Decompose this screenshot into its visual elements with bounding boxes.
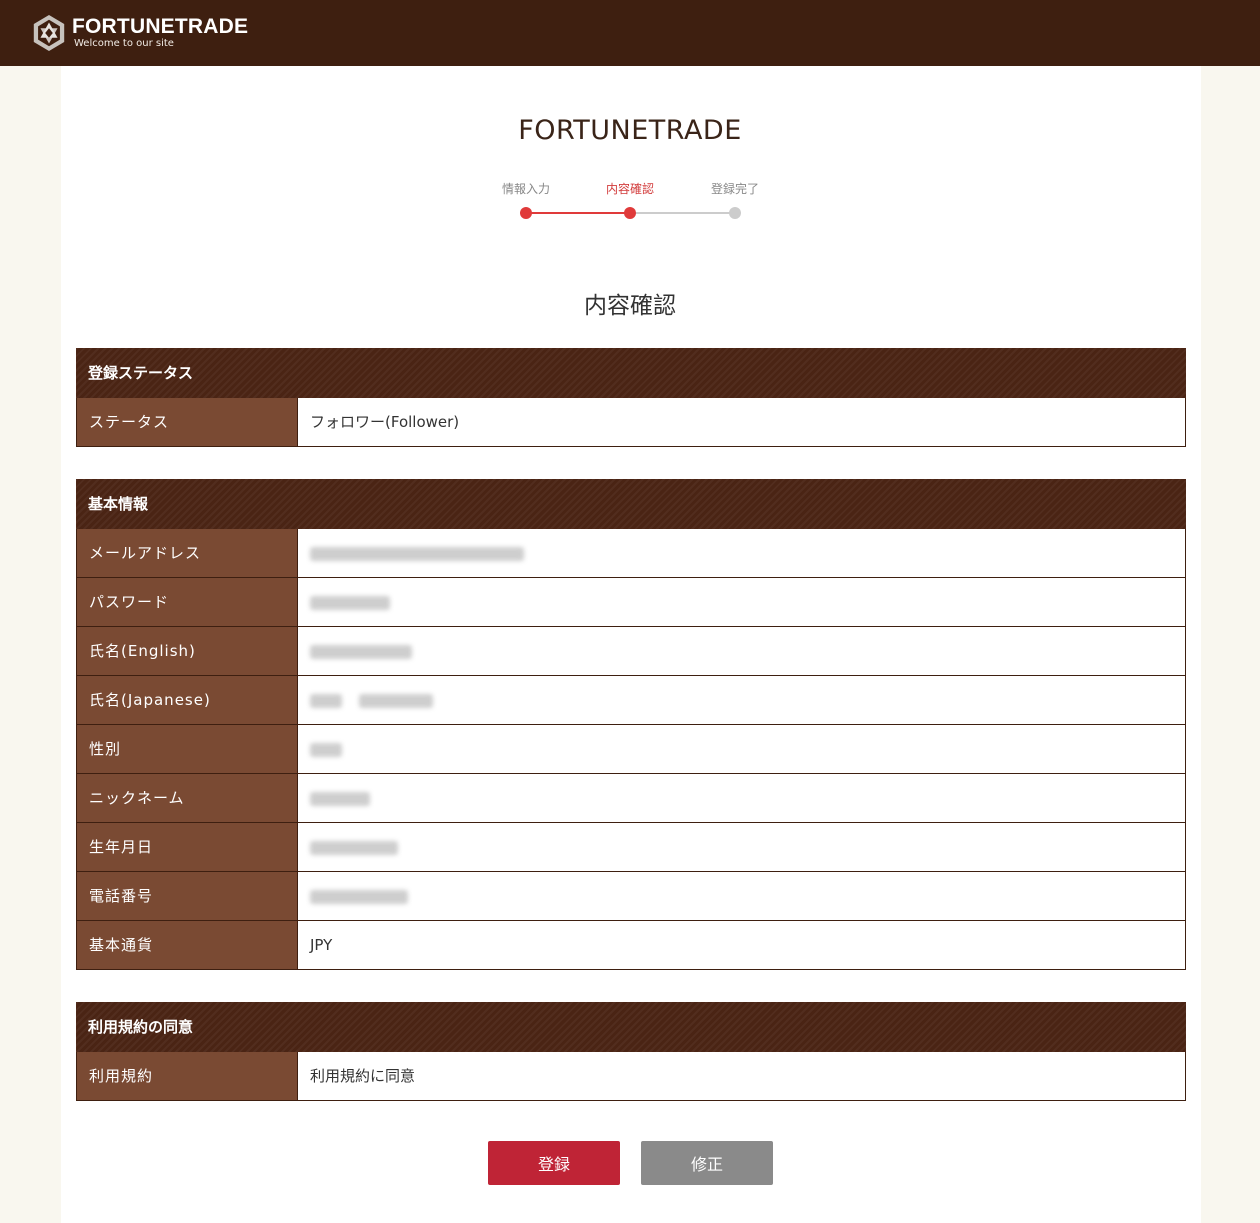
page-heading: 内容確認: [584, 293, 676, 319]
row-value-nickname: [298, 774, 1185, 822]
section-status: 登録ステータス ステータス フォロワー(Follower): [76, 348, 1186, 447]
table-row: 基本通貨 JPY: [76, 921, 1186, 970]
row-value-gender: [298, 725, 1185, 773]
site-header: FORTUNETRADE Welcome to our site: [0, 0, 1260, 66]
table-row: 氏名(Japanese): [76, 676, 1186, 725]
row-value: 利用規約に同意: [298, 1052, 1185, 1100]
site-title: FORTUNETRADE: [518, 115, 742, 146]
row-value-email: [298, 529, 1185, 577]
section-title: 登録ステータス: [76, 348, 1186, 398]
row-value-phone: [298, 872, 1185, 920]
row-value-birthdate: [298, 823, 1185, 871]
row-label: パスワード: [77, 578, 298, 626]
logo-tagline: Welcome to our site: [74, 38, 174, 49]
row-value-password: [298, 578, 1185, 626]
row-label: ニックネーム: [77, 774, 298, 822]
modify-button[interactable]: 修正: [641, 1141, 773, 1185]
row-value-currency: JPY: [298, 921, 1185, 969]
row-label: 基本通貨: [77, 921, 298, 969]
table-row: メールアドレス: [76, 529, 1186, 578]
logo-name: FORTUNETRADE: [72, 15, 249, 38]
row-value-name-ja: [298, 676, 1185, 724]
register-button[interactable]: 登録: [488, 1141, 620, 1185]
section-terms: 利用規約の同意 利用規約 利用規約に同意: [76, 1002, 1186, 1101]
row-label: 性別: [77, 725, 298, 773]
section-basic-info: 基本情報 メールアドレス パスワード 氏名(English) 氏名(Japane…: [76, 479, 1186, 970]
step-dot-input: [520, 207, 532, 219]
row-label: メールアドレス: [77, 529, 298, 577]
table-row: ステータス フォロワー(Follower): [76, 398, 1186, 447]
step-dot-confirm: [624, 207, 636, 219]
section-title: 利用規約の同意: [76, 1002, 1186, 1052]
logo-icon[interactable]: [30, 14, 68, 52]
row-label: 氏名(English): [77, 627, 298, 675]
table-row: 生年月日: [76, 823, 1186, 872]
table-row: 氏名(English): [76, 627, 1186, 676]
redacted-value: [310, 595, 390, 610]
redacted-value: [310, 840, 398, 855]
step-line-done: [526, 212, 630, 214]
row-label: 利用規約: [77, 1052, 298, 1100]
row-value: フォロワー(Follower): [298, 398, 1185, 446]
redacted-value: [310, 644, 412, 659]
row-label: 氏名(Japanese): [77, 676, 298, 724]
redacted-value: [310, 546, 524, 561]
redacted-value: [310, 693, 342, 708]
step-dot-complete: [729, 207, 741, 219]
table-row: 電話番号: [76, 872, 1186, 921]
row-label: 電話番号: [77, 872, 298, 920]
section-title: 基本情報: [76, 479, 1186, 529]
logo-text[interactable]: FORTUNETRADE Welcome to our site: [72, 16, 248, 50]
step-label-confirm: 内容確認: [605, 182, 654, 196]
step-label-input: 情報入力: [501, 182, 550, 196]
redacted-value: [358, 693, 433, 708]
row-label: ステータス: [77, 398, 298, 446]
step-label-complete: 登録完了: [710, 182, 759, 196]
table-row: 利用規約 利用規約に同意: [76, 1052, 1186, 1101]
step-line-pending: [630, 212, 735, 214]
row-value-name-en: [298, 627, 1185, 675]
table-row: 性別: [76, 725, 1186, 774]
redacted-value: [310, 791, 370, 806]
redacted-value: [310, 889, 408, 904]
table-row: ニックネーム: [76, 774, 1186, 823]
row-label: 生年月日: [77, 823, 298, 871]
table-row: パスワード: [76, 578, 1186, 627]
redacted-value: [310, 742, 342, 757]
